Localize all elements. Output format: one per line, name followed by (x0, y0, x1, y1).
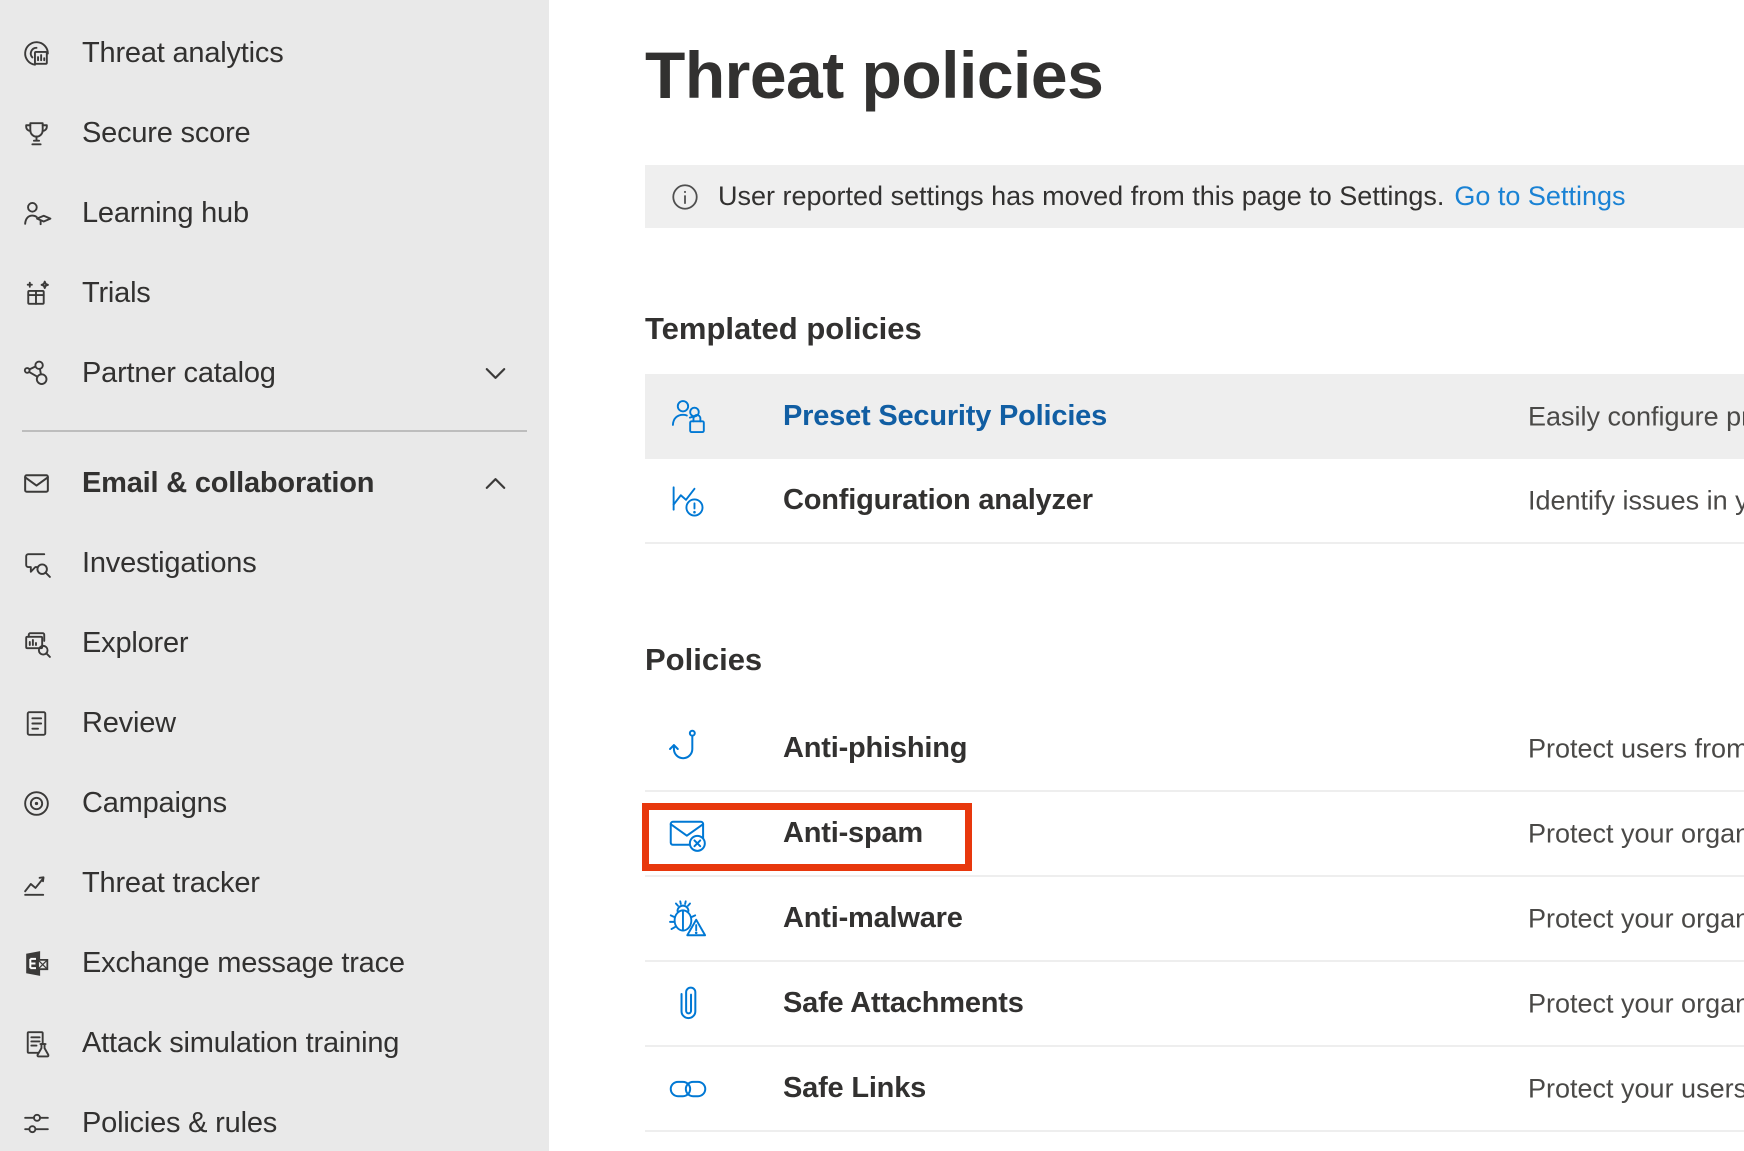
policy-row-label: Safe Attachments (783, 987, 1024, 1020)
policy-row-description: Easily configure prot (1528, 401, 1744, 432)
sidebar: Threat analytics Secure score Learning hub… (0, 0, 549, 1151)
sidebar-item-explorer[interactable]: Explorer (0, 603, 549, 683)
explorer-icon (20, 627, 53, 660)
sidebar-item-label: Review (82, 707, 176, 740)
mail-icon (20, 467, 53, 500)
policy-row-label: Safe Links (783, 1072, 926, 1105)
policy-row-configuration-analyzer[interactable]: Configuration analyzer Identify issues in… (645, 459, 1744, 544)
templated-policies-list: Preset Security Policies Easily configure… (645, 374, 1744, 544)
policy-row-preset-security-policies[interactable]: Preset Security Policies Easily configure… (645, 374, 1744, 459)
anti-spam-icon (665, 811, 711, 857)
anti-malware-icon (665, 896, 711, 942)
safe-links-icon (665, 1066, 711, 1112)
policy-row-safe-attachments[interactable]: Safe Attachments Protect your organiz (645, 962, 1744, 1047)
sidebar-item-label: Threat analytics (82, 37, 284, 70)
sidebar-item-threat-tracker[interactable]: Threat tracker (0, 843, 549, 923)
anti-phishing-icon (665, 726, 711, 772)
sidebar-item-secure-score[interactable]: Secure score (0, 93, 549, 173)
main-content: Threat policies User reported settings h… (549, 0, 1744, 1151)
sidebar-item-label: Email & collaboration (82, 467, 374, 500)
safe-attachments-icon (665, 981, 711, 1027)
policy-row-description: Protect users from p (1528, 733, 1744, 764)
sidebar-item-label: Policies & rules (82, 1107, 277, 1140)
threat-analytics-icon (20, 37, 53, 70)
banner-text: User reported settings has moved from th… (718, 181, 1625, 212)
policy-row-label: Configuration analyzer (783, 484, 1093, 517)
sidebar-item-campaigns[interactable]: Campaigns (0, 763, 549, 843)
sidebar-item-review[interactable]: Review (0, 683, 549, 763)
section-heading-policies: Policies (645, 642, 762, 678)
attack-simulation-icon (20, 1027, 53, 1060)
policy-row-description: Identify issues in you (1528, 485, 1744, 516)
trials-icon (20, 277, 53, 310)
learning-hub-icon (20, 197, 53, 230)
policy-row-label: Anti-spam (783, 817, 923, 850)
sidebar-item-label: Secure score (82, 117, 250, 150)
policy-row-label: Anti-malware (783, 902, 963, 935)
sidebar-item-label: Investigations (82, 547, 257, 580)
sidebar-item-learning-hub[interactable]: Learning hub (0, 173, 549, 253)
review-icon (20, 707, 53, 740)
chevron-up-icon[interactable] (480, 468, 511, 499)
policies-rules-icon (20, 1107, 53, 1140)
policy-row-label: Preset Security Policies (783, 400, 1107, 433)
policy-row-description: Protect your organiz (1528, 903, 1744, 934)
investigations-icon (20, 547, 53, 580)
campaigns-icon (20, 787, 53, 820)
threat-tracker-icon (20, 867, 53, 900)
sidebar-item-label: Explorer (82, 627, 188, 660)
threat-policies-screen: Threat analytics Secure score Learning hub… (0, 0, 1744, 1151)
chevron-down-icon[interactable] (480, 358, 511, 389)
policy-row-anti-malware[interactable]: Anti-malware Protect your organiz (645, 877, 1744, 962)
policy-row-label: Anti-phishing (783, 732, 967, 765)
sidebar-item-label: Threat tracker (82, 867, 260, 900)
sidebar-item-attack-simulation-training[interactable]: Attack simulation training (0, 1003, 549, 1083)
sidebar-item-label: Learning hub (82, 197, 249, 230)
preset-security-policies-icon (665, 394, 711, 440)
sidebar-item-threat-analytics[interactable]: Threat analytics (0, 13, 549, 93)
sidebar-bottom-group: Email & collaboration Investigations Explo… (0, 432, 549, 1151)
sidebar-item-investigations[interactable]: Investigations (0, 523, 549, 603)
info-icon (670, 182, 700, 212)
info-banner: User reported settings has moved from th… (645, 165, 1744, 228)
policy-row-safe-links[interactable]: Safe Links Protect your users fr (645, 1047, 1744, 1132)
page-title: Threat policies (645, 42, 1103, 108)
sidebar-item-label: Trials (82, 277, 151, 310)
sidebar-top-group: Threat analytics Secure score Learning hub… (0, 0, 549, 413)
section-heading-templated-policies: Templated policies (645, 311, 922, 347)
sidebar-item-policies-rules[interactable]: Policies & rules (0, 1083, 549, 1151)
sidebar-item-label: Campaigns (82, 787, 227, 820)
policy-row-anti-spam[interactable]: Anti-spam Protect your organiz (645, 792, 1744, 877)
banner-message: User reported settings has moved from th… (718, 181, 1444, 211)
partner-catalog-icon (20, 357, 53, 390)
sidebar-item-label: Exchange message trace (82, 947, 405, 980)
policy-row-description: Protect your users fr (1528, 1073, 1744, 1104)
sidebar-item-email-collaboration[interactable]: Email & collaboration (0, 443, 549, 523)
sidebar-item-trials[interactable]: Trials (0, 253, 549, 333)
policy-row-description: Protect your organiz (1528, 818, 1744, 849)
configuration-analyzer-icon (665, 478, 711, 524)
sidebar-item-label: Partner catalog (82, 357, 276, 390)
policies-list: Anti-phishing Protect users from p Anti-sp… (645, 707, 1744, 1132)
exchange-icon (20, 947, 53, 980)
go-to-settings-link[interactable]: Go to Settings (1454, 181, 1625, 211)
sidebar-item-label: Attack simulation training (82, 1027, 399, 1060)
secure-score-icon (20, 117, 53, 150)
policy-row-anti-phishing[interactable]: Anti-phishing Protect users from p (645, 707, 1744, 792)
sidebar-item-partner-catalog[interactable]: Partner catalog (0, 333, 549, 413)
policy-row-description: Protect your organiz (1528, 988, 1744, 1019)
sidebar-item-exchange-message-trace[interactable]: Exchange message trace (0, 923, 549, 1003)
